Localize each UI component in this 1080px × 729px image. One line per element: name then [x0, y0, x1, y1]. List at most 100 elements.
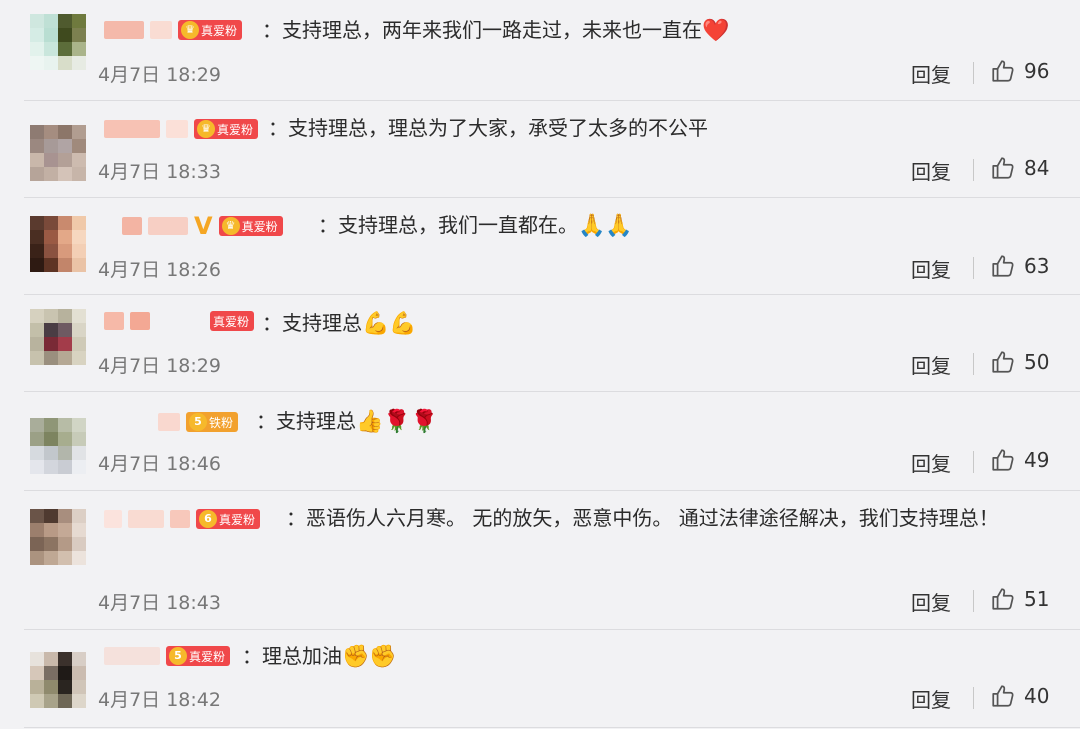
fan-badge[interactable]: ♛ 真爱粉	[218, 216, 283, 236]
blurred-username	[150, 21, 172, 39]
comment-item: 真爱粉 ：支持理总💪💪 4月7日 18:29 回复 50	[0, 295, 1080, 392]
crown-icon: 5	[189, 413, 207, 431]
thumbs-up-icon	[992, 588, 1014, 610]
comment-item: V ♛ 真爱粉 ：支持理总，我们一直都在。🙏🙏 4月7日 18:26 回复 63	[0, 198, 1080, 294]
like-button[interactable]: 84	[990, 155, 1049, 181]
verified-icon: V	[194, 212, 213, 240]
badge-label: 真爱粉	[213, 314, 250, 329]
blurred-username	[122, 217, 142, 235]
crown-icon: ♛	[181, 21, 199, 39]
avatar[interactable]	[30, 652, 86, 708]
badge-label: 铁粉	[209, 415, 234, 430]
comment-text: ：恶语伤人六月寒。 无的放矢，恶意中伤。 通过法律途径解决，我们支持理总！	[286, 506, 999, 530]
reply-button[interactable]: 回复	[911, 684, 951, 713]
like-count: 84	[1024, 156, 1050, 180]
username-area[interactable]: 5 真爱粉	[104, 643, 231, 669]
fist-emoji: ✊✊	[342, 644, 397, 670]
blurred-username	[104, 120, 160, 138]
comment-list: ♛ 真爱粉 ：支持理总，两年来我们一路走过，未来也一直在❤️ 4月7日 18:2…	[0, 0, 1080, 729]
like-count: 63	[1024, 254, 1050, 278]
thumbs-up-icon	[992, 449, 1014, 471]
like-count: 49	[1024, 448, 1050, 472]
thumbs-up-icon	[992, 157, 1014, 179]
badge-label: 真爱粉	[189, 649, 226, 664]
comment-date: 4月7日 18:43	[98, 592, 221, 614]
fan-badge[interactable]: 真爱粉	[210, 311, 255, 331]
username-area[interactable]: 5 铁粉	[158, 409, 239, 435]
avatar[interactable]	[30, 309, 86, 365]
thumbs-up-icon	[992, 685, 1014, 707]
username-area[interactable]: V ♛ 真爱粉	[122, 213, 283, 239]
avatar[interactable]	[30, 418, 86, 474]
like-count: 50	[1024, 350, 1050, 374]
username-area[interactable]: 真爱粉	[104, 308, 255, 334]
reply-button[interactable]: 回复	[911, 350, 951, 379]
comment-text: ：支持理总，理总为了大家，承受了太多的不公平	[268, 116, 708, 140]
reply-button[interactable]: 回复	[911, 59, 951, 88]
like-button[interactable]: 63	[990, 253, 1049, 279]
fan-badge[interactable]: 5 真爱粉	[166, 646, 231, 666]
reply-button[interactable]: 回复	[911, 254, 951, 283]
like-count: 96	[1024, 59, 1050, 83]
muscle-emoji: 💪💪	[362, 311, 417, 337]
avatar[interactable]	[30, 125, 86, 181]
comment-date: 4月7日 18:29	[98, 64, 221, 86]
badge-label: 真爱粉	[217, 122, 254, 137]
comment-item: 5 铁粉 ：支持理总👍🌹🌹 4月7日 18:46 回复 49	[0, 392, 1080, 491]
username-area[interactable]: ♛ 真爱粉	[104, 17, 243, 43]
reply-button[interactable]: 回复	[911, 448, 951, 477]
comment-date: 4月7日 18:46	[98, 453, 221, 475]
blurred-username	[130, 312, 150, 330]
comment-text: ：支持理总💪💪	[262, 311, 417, 337]
comment-date: 4月7日 18:26	[98, 259, 221, 281]
divider	[973, 257, 974, 279]
comment-text: ：支持理总👍🌹🌹	[256, 409, 439, 435]
comment-date: 4月7日 18:42	[98, 689, 221, 711]
badge-label: 真爱粉	[201, 23, 238, 38]
reply-button[interactable]: 回复	[911, 587, 951, 616]
thumbs-up-icon	[992, 255, 1014, 277]
comment-item: ♛ 真爱粉 ：支持理总，理总为了大家，承受了太多的不公平 4月7日 18:33 …	[0, 101, 1080, 197]
thumbs-up-icon	[992, 351, 1014, 373]
divider	[24, 727, 1080, 728]
comment-item: 5 真爱粉 ：理总加油✊✊ 4月7日 18:42 回复 40	[0, 630, 1080, 729]
avatar[interactable]	[30, 509, 86, 565]
divider	[973, 687, 974, 709]
divider	[973, 159, 974, 181]
reply-button[interactable]: 回复	[911, 156, 951, 185]
comment-item: ♛ 真爱粉 ：支持理总，两年来我们一路走过，未来也一直在❤️ 4月7日 18:2…	[0, 0, 1080, 100]
fan-badge[interactable]: ♛ 真爱粉	[178, 20, 243, 40]
like-count: 40	[1024, 684, 1050, 708]
comment-text: ：理总加油✊✊	[242, 644, 397, 670]
like-button[interactable]: 49	[990, 447, 1049, 473]
blurred-username	[104, 21, 144, 39]
blurred-username	[104, 647, 160, 665]
comment-text: ：支持理总，我们一直都在。🙏🙏	[318, 213, 633, 239]
divider	[973, 62, 974, 84]
fan-badge[interactable]: 5 铁粉	[186, 412, 239, 432]
crown-icon: ♛	[221, 217, 240, 235]
blurred-username	[158, 413, 180, 431]
username-area[interactable]: ♛ 真爱粉	[104, 116, 259, 142]
like-count: 51	[1024, 587, 1050, 611]
like-button[interactable]: 40	[990, 683, 1049, 709]
heart-emoji: ❤️	[702, 18, 730, 44]
avatar[interactable]	[30, 14, 86, 70]
thumbs-rose-emoji: 👍🌹🌹	[356, 409, 439, 435]
comment-text: ：支持理总，两年来我们一路走过，未来也一直在❤️	[262, 18, 730, 44]
like-button[interactable]: 51	[990, 586, 1049, 612]
crown-icon: ♛	[197, 120, 215, 138]
comment-item: 6 真爱粉 ：恶语伤人六月寒。 无的放矢，恶意中伤。 通过法律途径解决，我们支持…	[0, 491, 1080, 629]
crown-icon: 5	[169, 647, 187, 665]
like-button[interactable]: 96	[990, 58, 1049, 84]
badge-label: 真爱粉	[241, 219, 278, 234]
divider	[973, 353, 974, 375]
blurred-username	[166, 120, 188, 138]
divider	[973, 590, 974, 612]
fan-badge[interactable]: ♛ 真爱粉	[194, 119, 259, 139]
avatar[interactable]	[30, 216, 86, 272]
comment-date: 4月7日 18:33	[98, 161, 221, 183]
like-button[interactable]: 50	[990, 349, 1049, 375]
blurred-username	[148, 217, 188, 235]
pray-emoji: 🙏🙏	[578, 213, 633, 239]
